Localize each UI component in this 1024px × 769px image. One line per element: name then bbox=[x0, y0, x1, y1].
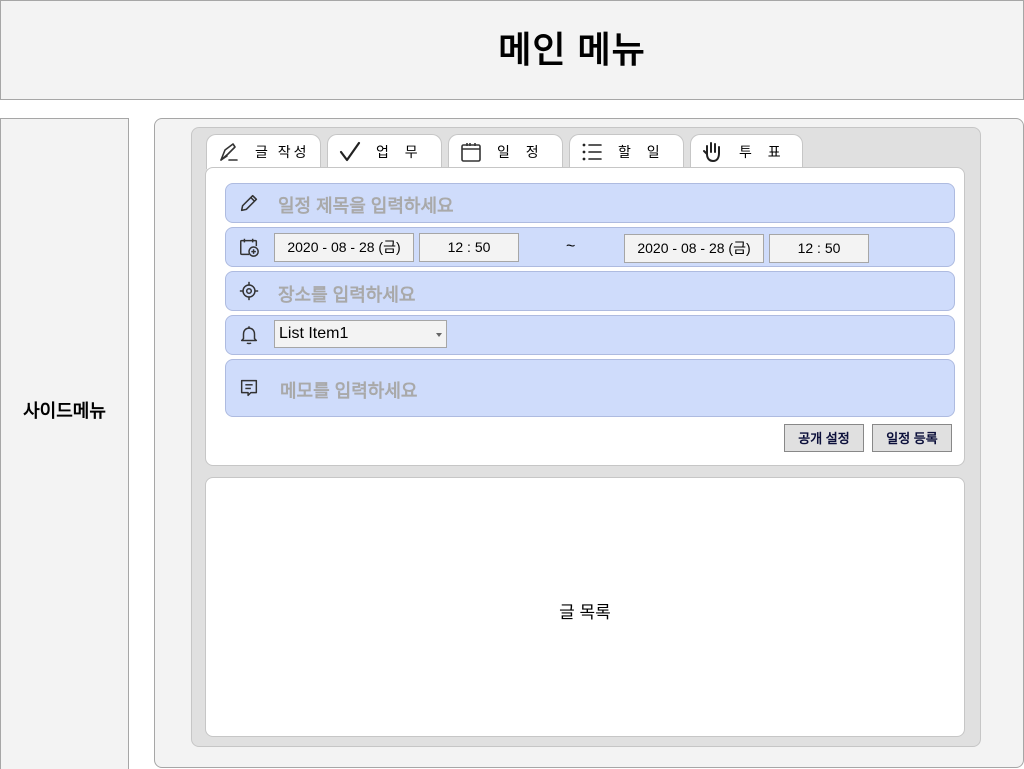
end-time-field[interactable]: 12 : 50 bbox=[769, 234, 869, 263]
tab-schedule[interactable]: 일 정 bbox=[448, 134, 563, 169]
tab-label: 투 표 bbox=[739, 144, 787, 160]
main-menu-title[interactable]: 메인 메뉴 bbox=[1, 21, 1023, 73]
alarm-select-value: List Item1 bbox=[279, 325, 349, 342]
schedule-title-input[interactable]: 일정 제목을 입력하세요 bbox=[278, 192, 454, 218]
schedule-location-row[interactable]: 장소를 입력하세요 bbox=[225, 271, 955, 311]
calendar-icon bbox=[457, 138, 485, 166]
sidebar: 사이드메뉴 bbox=[0, 118, 129, 769]
post-list-panel: 글 목록 bbox=[205, 477, 965, 737]
schedule-datetime-row: 2020 - 08 - 28 (금) 12 : 50 ~ 2020 - 08 -… bbox=[225, 227, 955, 267]
schedule-title-row[interactable]: 일정 제목을 입력하세요 bbox=[225, 183, 955, 223]
pencil-icon bbox=[236, 190, 262, 216]
tab-task[interactable]: 업 무 bbox=[327, 134, 442, 169]
start-time-field[interactable]: 12 : 50 bbox=[419, 233, 519, 262]
tab-label: 업 무 bbox=[376, 144, 424, 160]
register-schedule-button[interactable]: 일정 등록 bbox=[872, 424, 952, 452]
alarm-select[interactable]: List Item1 bbox=[274, 320, 447, 348]
bell-icon bbox=[236, 322, 262, 348]
start-date-field[interactable]: 2020 - 08 - 28 (금) bbox=[274, 233, 414, 262]
post-list-label: 글 목록 bbox=[559, 603, 611, 622]
memo-icon bbox=[236, 375, 262, 401]
sidebar-menu-label[interactable]: 사이드메뉴 bbox=[1, 397, 128, 423]
memo-input[interactable]: 메모를 입력하세요 bbox=[280, 377, 417, 403]
range-separator: ~ bbox=[566, 238, 576, 255]
chevron-down-icon bbox=[436, 333, 442, 337]
tab-write-post[interactable]: 글 작성 bbox=[206, 134, 321, 169]
tab-label: 할 일 bbox=[618, 144, 666, 160]
tab-label: 일 정 bbox=[497, 144, 545, 160]
list-icon bbox=[578, 138, 606, 166]
tab-todo[interactable]: 할 일 bbox=[569, 134, 684, 169]
hand-vote-icon bbox=[699, 138, 727, 166]
tab-label: 글 작성 bbox=[255, 144, 310, 160]
tab-vote[interactable]: 투 표 bbox=[690, 134, 803, 169]
schedule-alarm-row: List Item1 bbox=[225, 315, 955, 355]
end-date-field[interactable]: 2020 - 08 - 28 (금) bbox=[624, 234, 764, 263]
location-input[interactable]: 장소를 입력하세요 bbox=[278, 281, 415, 307]
schedule-memo-row[interactable]: 메모를 입력하세요 bbox=[225, 359, 955, 417]
pen-write-icon bbox=[215, 138, 243, 166]
public-setting-button[interactable]: 공개 설정 bbox=[784, 424, 864, 452]
calendar-add-icon bbox=[236, 234, 262, 260]
location-target-icon bbox=[236, 278, 262, 304]
checkmark-icon bbox=[336, 138, 364, 166]
header-bar: 메인 메뉴 bbox=[0, 0, 1024, 100]
